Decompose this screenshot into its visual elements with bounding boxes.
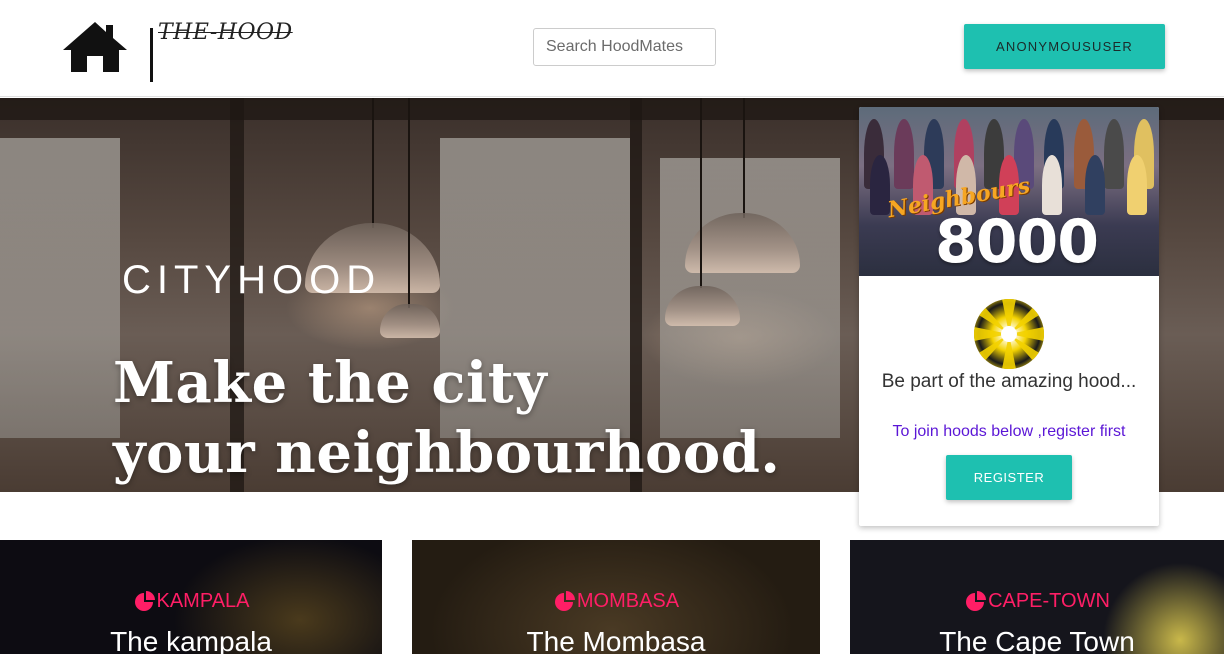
brand-name[interactable]: THE-HOOD [158,20,293,45]
city-title: The Cape Town [939,626,1135,654]
city-card-mombasa[interactable]: MOMBASA The Mombasa [412,540,820,654]
search-input[interactable] [533,28,716,66]
hero-window-decoration [0,138,120,438]
lamp-cord [408,98,410,308]
home-icon[interactable] [61,20,129,74]
navbar: THE-HOOD ANONYMOUSUSER [0,0,1224,97]
card-image: Neighbours 8000 [859,107,1159,276]
pie-chart-icon [966,590,987,611]
hero-headline-line1: Make the city [113,350,548,416]
hero-headline: Make the city your neighbourhood. [113,348,780,488]
city-title: The Mombasa [526,626,706,654]
city-card-kampala[interactable]: KAMPALA The kampala [0,540,382,654]
city-tag-label: KAMPALA [156,590,250,612]
sunburst-icon [974,299,1044,369]
city-tag: MOMBASA [412,590,820,613]
city-tag: KAMPALA [0,590,382,613]
lamp-cord [700,98,702,288]
city-tag-label: CAPE-TOWN [988,590,1110,612]
card-tagline: Be part of the amazing hood... [881,371,1137,392]
register-button[interactable]: REGISTER [946,455,1072,500]
pie-chart-icon [134,590,155,611]
city-tag: CAPE-TOWN [850,590,1224,613]
register-card: Neighbours 8000 Be part of the amazing h… [859,107,1159,526]
user-account-button[interactable]: ANONYMOUSUSER [964,24,1165,69]
city-tag-label: MOMBASA [576,590,680,612]
lamp-cord [372,98,374,228]
city-title: The kampala [110,626,272,654]
card-image-number: 8000 [935,207,1099,276]
avatar [974,299,1044,369]
cityhood-logo: CITYHOOD [122,258,382,302]
brand-separator [150,28,153,82]
lamp-cord [743,98,745,218]
hero-headline-line2: your neighbourhood. [113,420,781,486]
pendant-lamp [380,304,440,338]
card-instruction: To join hoods below ,register first [892,423,1126,440]
pie-chart-icon [554,590,575,611]
city-card-cape-town[interactable]: CAPE-TOWN The Cape Town [850,540,1224,654]
